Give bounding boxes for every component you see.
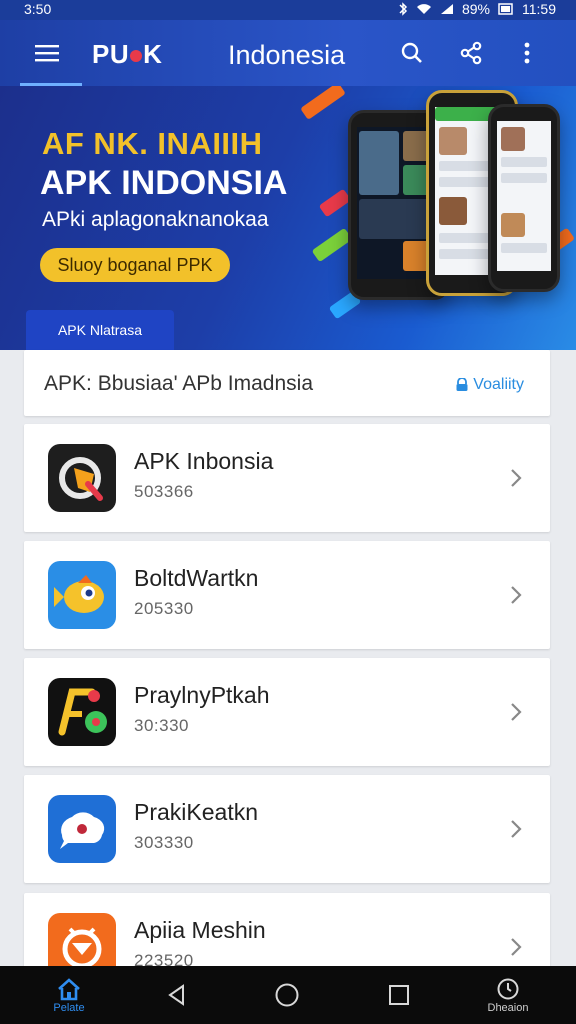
home-icon	[58, 977, 80, 1000]
banner-tag[interactable]: APK Nlatrasa	[26, 310, 174, 350]
bottom-nav-bar: Pelate Dheaion	[0, 966, 576, 1024]
clock-icon	[497, 978, 519, 999]
menu-icon	[35, 45, 59, 62]
chevron-right-icon	[511, 586, 522, 604]
wifi-icon	[416, 4, 431, 14]
decor-streak	[300, 86, 346, 120]
visibility-link[interactable]: Voaliity	[455, 376, 524, 394]
app-name: PraylnyPtkah	[134, 682, 270, 708]
banner-cta-button[interactable]: Sluoy boganal PPK	[40, 248, 230, 282]
menu-button[interactable]	[22, 32, 72, 74]
nav-home-circle-button[interactable]	[266, 966, 308, 1024]
bluetooth-icon	[399, 2, 408, 16]
chevron-right-icon	[511, 820, 522, 838]
share-button[interactable]	[452, 34, 490, 72]
search-icon	[401, 42, 422, 63]
screen-row	[501, 243, 547, 253]
banner-kicker: AF NK. INAIIIH	[42, 126, 263, 161]
app-name: BoltdWartkn	[134, 565, 259, 591]
page-title: Indonesia	[228, 40, 346, 70]
logo-text-right: K	[143, 39, 163, 69]
phone-screen	[497, 121, 551, 271]
status-time-right: 11:59	[522, 1, 556, 17]
nav-dheaion-button[interactable]: Dheaion	[476, 966, 540, 1024]
decor-streak	[318, 188, 352, 218]
nav-home-label: Pelate	[53, 1001, 85, 1014]
app-name: PrakiKeatkn	[134, 799, 259, 825]
signal-icon	[440, 4, 453, 14]
lock-icon	[456, 378, 468, 391]
nav-home-button[interactable]: Pelate	[36, 966, 102, 1024]
fish-icon	[48, 561, 116, 629]
screen-tile	[439, 197, 467, 225]
screen-tile	[439, 127, 467, 155]
app-meta: 503366	[134, 482, 194, 501]
home-circle-icon	[275, 983, 299, 1007]
promo-banner[interactable]: AF NK. INAIIIH APK INDONSIA APki aplagon…	[0, 86, 576, 350]
screen-row	[501, 157, 547, 167]
battery-icon	[498, 3, 513, 15]
phone-illustration	[488, 104, 560, 292]
more-options-button[interactable]	[508, 34, 546, 72]
share-icon	[460, 41, 482, 65]
recents-square-icon	[389, 985, 409, 1005]
status-bar: 3:50 89% 11:59	[0, 0, 576, 20]
chevron-right-icon	[511, 938, 522, 956]
apk-q-icon	[48, 444, 116, 512]
banner-headline: APK INDONSIA	[40, 164, 288, 202]
search-section-label: APK: Bbusiaa' APb Imadnsia	[44, 372, 314, 395]
visibility-link-label: Voaliity	[473, 376, 524, 393]
app-list-item[interactable]: BoltdWartkn 205330	[24, 541, 550, 649]
banner-subtitle: APki aplagonaknanokaa	[42, 208, 269, 231]
app-list-item[interactable]: APK Inbonsia 503366	[24, 424, 550, 532]
nav-back-button[interactable]	[156, 966, 198, 1024]
logo-text-left: PU	[92, 39, 130, 69]
more-vert-icon	[524, 42, 530, 64]
app-name: Apiia Meshin	[134, 917, 266, 943]
app-bar: PU K Indonesia	[0, 20, 576, 86]
app-list-item[interactable]: PraylnyPtkah 30:330	[24, 658, 550, 766]
battery-percent: 89%	[461, 1, 490, 17]
app-meta: 205330	[134, 599, 194, 618]
chat-bubble-icon	[48, 795, 116, 863]
app-meta: 30:330	[134, 716, 189, 735]
chevron-right-icon	[511, 469, 522, 487]
logo-dot-icon	[130, 50, 143, 63]
chevron-right-icon	[511, 703, 522, 721]
app-name: APK Inbonsia	[134, 448, 274, 474]
search-section[interactable]: APK: Bbusiaa' APb Imadnsia Voaliity	[24, 350, 550, 416]
back-triangle-icon	[168, 984, 184, 1006]
status-time-left: 3:50	[24, 1, 52, 17]
pf-icon	[48, 678, 116, 746]
app-meta: 303330	[134, 833, 194, 852]
decor-streak	[311, 227, 353, 263]
nav-dheaion-label: Dheaion	[487, 1001, 529, 1014]
screen-tile	[359, 131, 399, 195]
app-logo[interactable]: PU K	[92, 39, 162, 70]
screen-row	[501, 173, 547, 183]
screen-tile	[501, 213, 525, 237]
screen-tile	[501, 127, 525, 151]
search-button[interactable]	[393, 34, 431, 72]
app-list-item[interactable]: PrakiKeatkn 303330	[24, 775, 550, 883]
status-icons: 89% 11:59	[398, 0, 556, 18]
nav-recents-button[interactable]	[378, 966, 420, 1024]
